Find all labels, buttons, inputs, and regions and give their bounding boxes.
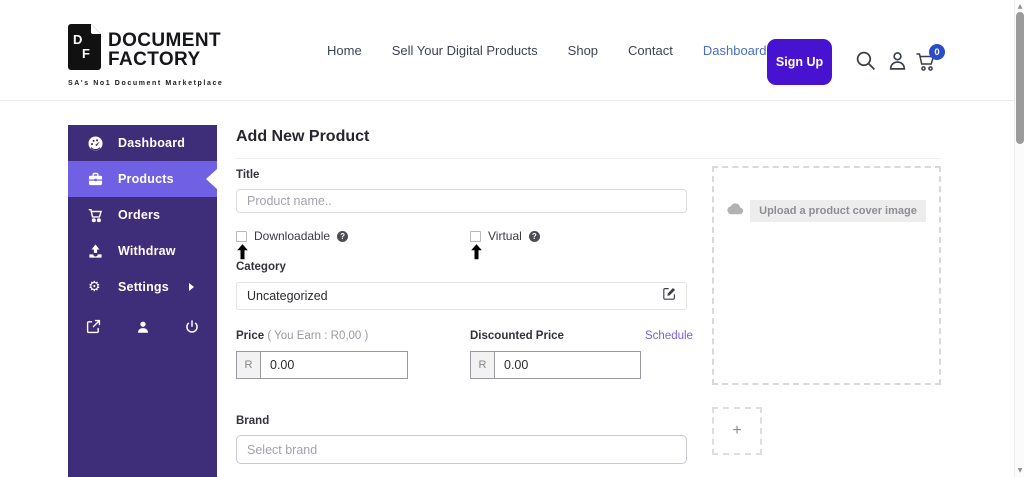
add-gallery-image-tile[interactable]: + — [712, 407, 762, 455]
profile-icon[interactable] — [136, 320, 150, 334]
help-icon[interactable]: ? — [528, 230, 540, 242]
scroll-down-icon[interactable]: ▼ — [1015, 467, 1024, 474]
pointer-arrow-annotation — [467, 241, 486, 261]
downloadable-option: Downloadable ? — [236, 229, 349, 243]
price-input[interactable] — [260, 351, 408, 379]
divider — [236, 158, 941, 159]
category-select[interactable]: Uncategorized — [236, 282, 687, 310]
cover-image-dropzone[interactable]: Upload a product cover image — [712, 166, 941, 385]
sidebar-item-orders[interactable]: Orders — [68, 197, 217, 233]
scroll-up-icon[interactable]: ▲ — [1015, 3, 1024, 10]
nav-shop[interactable]: Shop — [568, 43, 598, 58]
sidebar-item-dashboard[interactable]: Dashboard — [68, 125, 217, 161]
pointer-arrow-annotation — [233, 241, 252, 261]
top-navbar: D F DOCUMENT FACTORY SA's No1 Document M… — [0, 0, 1024, 101]
discounted-price-input-group: R — [470, 351, 641, 379]
currency-prefix: R — [236, 351, 260, 379]
external-link-icon[interactable] — [86, 319, 101, 334]
sidebar-item-withdraw[interactable]: Withdraw — [68, 233, 217, 269]
brand-select-input[interactable] — [236, 435, 687, 464]
category-value: Uncategorized — [247, 289, 328, 303]
virtual-checkbox[interactable] — [470, 230, 481, 242]
category-label: Category — [236, 261, 286, 273]
sidebar-item-label: Withdraw — [118, 244, 176, 258]
sidebar-item-label: Products — [118, 172, 174, 186]
dashboard-sidebar: Dashboard Products Orders Withdraw ⚙ Set… — [68, 125, 217, 477]
you-earn-hint: ( You Earn : R0,00 ) — [267, 330, 369, 342]
svg-text:F: F — [82, 46, 90, 61]
document-factory-logo-icon: D F — [68, 24, 101, 75]
gauge-icon — [88, 135, 104, 151]
discounted-price-label: Discounted Price — [470, 330, 564, 342]
title-label: Title — [236, 169, 260, 181]
page-title: Add New Product — [236, 128, 370, 145]
product-title-input[interactable] — [236, 189, 687, 213]
nav-home[interactable]: Home — [327, 43, 362, 58]
main-nav: Home Sell Your Digital Products Shop Con… — [327, 0, 766, 101]
downloadable-checkbox[interactable] — [236, 230, 247, 242]
logo-wordmark: DOCUMENT FACTORY — [108, 31, 221, 69]
help-icon[interactable]: ? — [337, 230, 349, 242]
nav-sell-your-digital-products[interactable]: Sell Your Digital Products — [392, 43, 538, 58]
account-icon[interactable] — [887, 50, 908, 76]
cloud-upload-icon — [727, 202, 744, 220]
sidebar-footer — [68, 305, 217, 334]
briefcase-icon — [88, 172, 104, 186]
sidebar-item-label: Settings — [118, 280, 169, 294]
cart-count-badge: 0 — [929, 44, 945, 60]
price-label: Price ( You Earn : R0,00 ) — [236, 330, 368, 342]
logo-line1: DOCUMENT — [108, 29, 221, 51]
nav-contact[interactable]: Contact — [628, 43, 673, 58]
scrollbar-thumb[interactable] — [1016, 12, 1024, 144]
downloadable-label[interactable]: Downloadable — [254, 229, 330, 243]
sign-up-button[interactable]: Sign Up — [767, 39, 832, 85]
search-icon[interactable] — [855, 50, 876, 76]
cart-icon — [88, 208, 104, 223]
sidebar-item-settings[interactable]: ⚙ Settings — [68, 269, 217, 305]
chevron-right-icon — [188, 283, 194, 291]
schedule-link[interactable]: Schedule — [645, 330, 693, 342]
currency-prefix: R — [470, 351, 494, 379]
sidebar-item-products[interactable]: Products — [68, 161, 217, 197]
sidebar-item-label: Dashboard — [118, 136, 186, 150]
price-label-text: Price — [236, 330, 265, 342]
logo-line2: FACTORY — [108, 48, 201, 70]
page: D F DOCUMENT FACTORY SA's No1 Document M… — [0, 0, 1024, 477]
sidebar-item-label: Orders — [118, 208, 161, 222]
gear-icon: ⚙ — [88, 279, 101, 295]
withdraw-upload-icon — [88, 243, 104, 259]
edit-icon[interactable] — [663, 287, 676, 305]
logo[interactable]: D F DOCUMENT FACTORY SA's No1 Document M… — [68, 24, 223, 87]
price-input-group: R — [236, 351, 408, 379]
svg-text:D: D — [73, 32, 82, 47]
upload-cover-image-button[interactable]: Upload a product cover image — [750, 200, 926, 222]
logout-power-icon[interactable] — [185, 319, 199, 334]
nav-dashboard[interactable]: Dashboard — [703, 43, 767, 58]
virtual-option: Virtual ? — [470, 229, 540, 243]
brand-label: Brand — [236, 415, 270, 427]
discounted-price-input[interactable] — [494, 351, 641, 379]
vertical-scrollbar[interactable]: ▲ ▼ — [1014, 0, 1024, 477]
virtual-label[interactable]: Virtual — [488, 229, 522, 243]
logo-tagline: SA's No1 Document Marketplace — [68, 80, 224, 87]
